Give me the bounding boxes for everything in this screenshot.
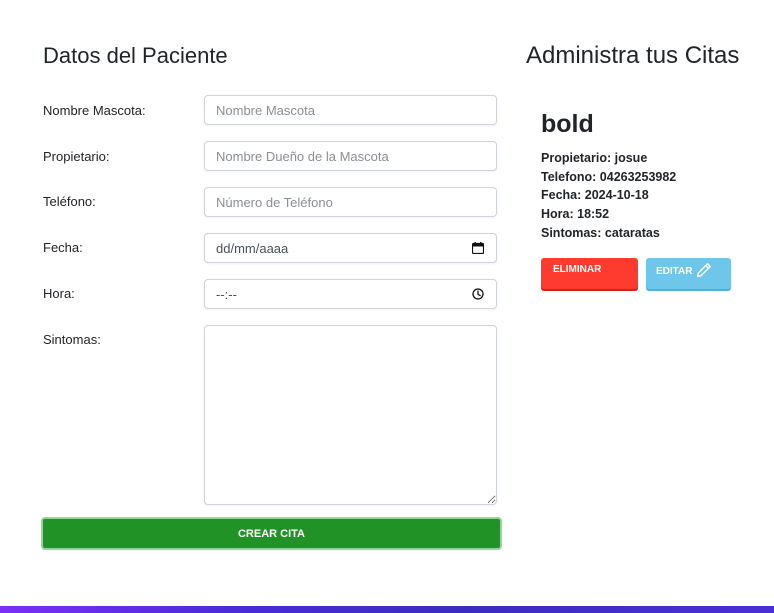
bottom-accent-bar [0,606,774,613]
clock-icon[interactable] [471,287,485,301]
phone-input[interactable] [204,187,497,217]
label-telefono: Teléfono: [43,194,96,209]
appointment-phone: Telefono: 04263253982 [541,170,677,184]
create-appointment-button[interactable]: CREAR CITA [41,517,502,550]
list-title: Administra tus Citas [526,42,740,69]
appointment-date: Fecha: 2024-10-18 [541,188,649,202]
label-sintomas: Sintomas: [43,332,101,347]
time-input-value: --:-- [216,286,237,302]
appointment-symptoms: Sintomas: cataratas [541,226,660,240]
calendar-icon[interactable] [471,241,485,255]
label-fecha: Fecha: [43,240,83,255]
appointment-owner: Propietario: josue [541,151,648,165]
owner-input[interactable] [204,141,497,171]
pet-name-input[interactable] [204,95,497,125]
label-nombre-mascota: Nombre Mascota: [43,103,146,118]
edit-appointment-button[interactable]: EDITAR [646,258,731,289]
delete-appointment-button[interactable]: ELIMINAR [541,258,638,289]
date-input[interactable]: dd/mm/aaaa [204,233,497,263]
pencil-icon [696,262,712,281]
appointment-time: Hora: 18:52 [541,207,610,221]
label-propietario: Propietario: [43,149,110,164]
label-hora: Hora: [43,286,75,301]
edit-button-label: EDITAR [656,266,693,277]
time-input[interactable]: --:-- [204,279,497,309]
form-title: Datos del Paciente [43,43,228,68]
appointment-pet-name: bold [541,110,594,138]
date-input-value: dd/mm/aaaa [216,240,289,256]
symptoms-textarea[interactable] [204,325,497,505]
